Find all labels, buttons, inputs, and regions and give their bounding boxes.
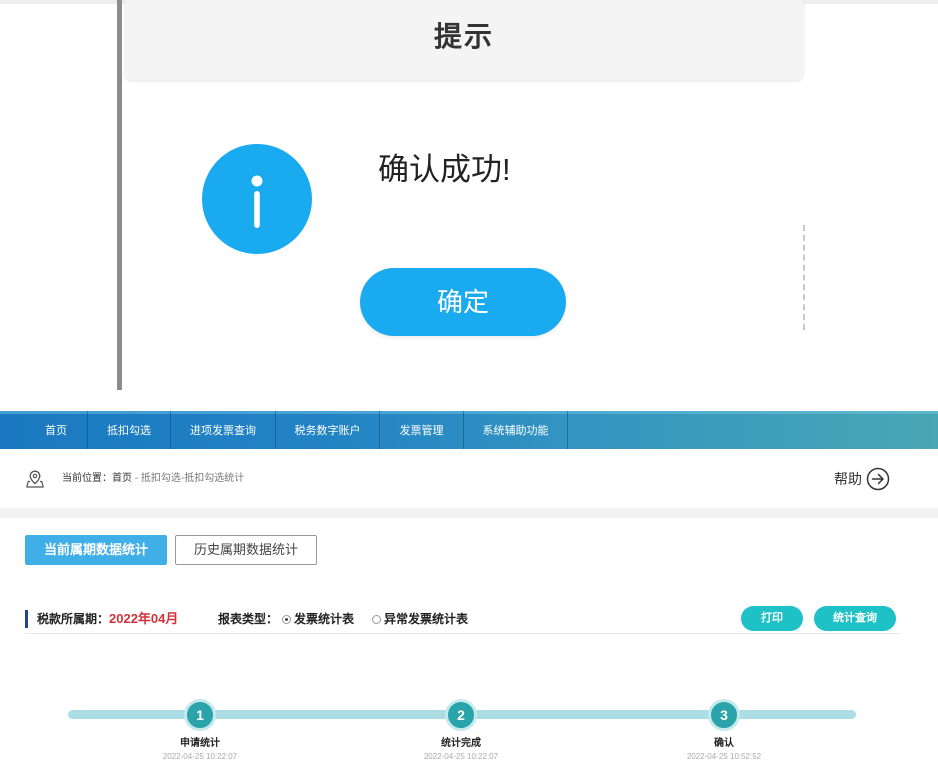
step-label: 统计完成	[441, 738, 481, 749]
step-label: 申请统计	[180, 738, 220, 749]
nav-item-invoice-management[interactable]: 发票管理	[380, 411, 464, 449]
stats-query-button[interactable]: 统计查询	[814, 606, 896, 631]
dialog-title: 提示	[433, 21, 494, 52]
filter-divider	[25, 633, 901, 634]
step-number: 3	[708, 699, 740, 731]
breadcrumb-prefix[interactable]: 当前位置：首页	[62, 473, 132, 484]
radio-invoice-stats-label: 发票统计表	[294, 612, 355, 626]
section-separator	[0, 508, 938, 518]
progress-step: 2 统计完成 2022-04-25 10:22:07	[401, 699, 521, 761]
step-time: 2022-04-25 10:22:07	[423, 752, 499, 761]
step-label: 确认	[714, 738, 734, 749]
top-nav-bar: 首页 抵扣勾选 进项发票查询 税务数字账户 发票管理 系统辅助功能	[0, 411, 938, 449]
step-number: 2	[445, 699, 477, 731]
report-type-label: 报表类型：	[218, 612, 279, 626]
step-time: 2022-04-25 10:22:07	[162, 752, 238, 761]
radio-abnormal-invoice-stats-label: 异常发票统计表	[384, 612, 469, 626]
help-label: 帮助	[834, 471, 862, 487]
radio-invoice-stats[interactable]	[282, 614, 292, 624]
nav-item-home[interactable]: 首页	[25, 411, 88, 449]
section-marker	[25, 610, 28, 628]
confirm-button[interactable]: 确定	[360, 268, 566, 336]
progress-step: 3 确认 2022-04-25 10:52:52	[664, 699, 784, 761]
dialog-edge-divider	[803, 225, 805, 330]
map-pin-icon	[25, 469, 45, 489]
radio-abnormal-invoice-stats[interactable]	[372, 614, 382, 624]
progress-step: 1 申请统计 2022-04-25 10:22:07	[140, 699, 260, 761]
print-button[interactable]: 打印	[741, 606, 803, 631]
breadcrumb: 当前位置：首页 - 抵扣勾选-抵扣勾选统计	[62, 473, 244, 485]
nav-item-tax-digital-account[interactable]: 税务数字账户	[276, 411, 380, 449]
dialog-left-border	[117, 0, 122, 390]
nav-item-system-assist[interactable]: 系统辅助功能	[464, 411, 568, 449]
step-time: 2022-04-25 10:52:52	[686, 752, 762, 761]
tab-history-period[interactable]: 历史属期数据统计	[175, 535, 317, 565]
breadcrumb-path: - 抵扣勾选-抵扣勾选统计	[132, 473, 245, 484]
radio-option-abnormal-invoice-stats[interactable]: 异常发票统计表	[368, 610, 468, 628]
tax-period: 税款所属期：2022年04月	[37, 610, 178, 628]
arrow-circle-right-icon	[866, 467, 890, 491]
nav-item-input-invoice-query[interactable]: 进项发票查询	[171, 411, 276, 449]
dialog-header: 提示	[125, 0, 803, 80]
tab-current-period[interactable]: 当前属期数据统计	[25, 535, 167, 565]
nav-item-deduction-select[interactable]: 抵扣勾选	[88, 411, 171, 449]
report-type-group: 报表类型： 发票统计表 异常发票统计表	[218, 610, 468, 628]
tax-period-value: 2022年04月	[109, 611, 179, 626]
radio-option-invoice-stats[interactable]: 发票统计表	[278, 610, 354, 628]
dialog-message: 确认成功!	[378, 152, 511, 187]
step-number: 1	[184, 699, 216, 731]
tax-period-label: 税款所属期：	[37, 612, 110, 626]
help-button[interactable]: 帮助	[834, 467, 890, 491]
info-icon	[202, 144, 312, 254]
